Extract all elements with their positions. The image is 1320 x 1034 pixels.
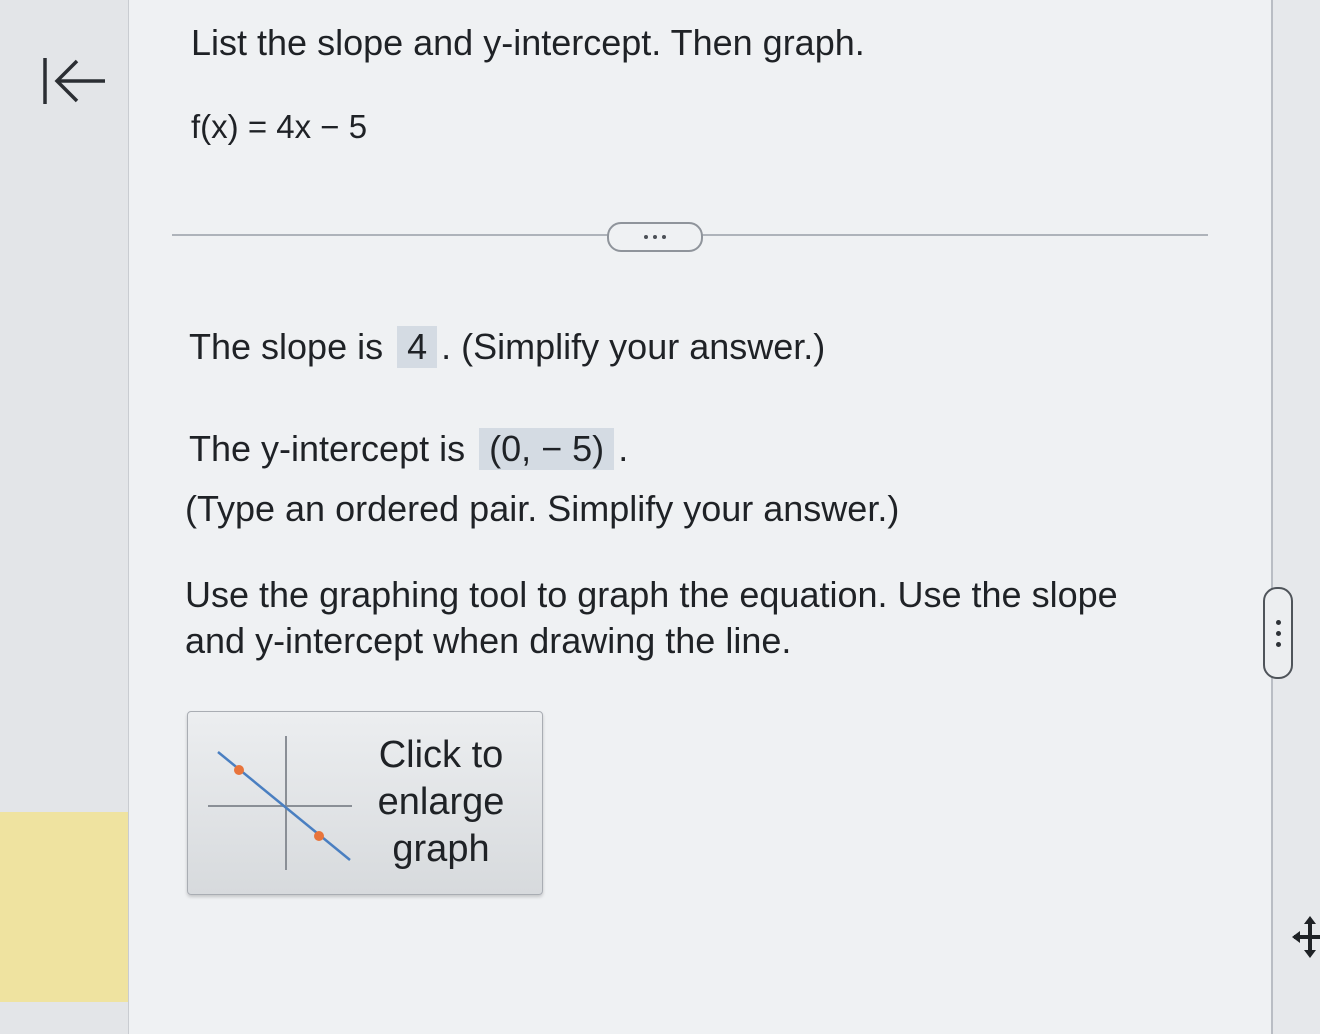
question-title: List the slope and y-intercept. Then gra…	[191, 22, 865, 63]
slope-prefix: The slope is	[189, 326, 384, 367]
left-panel	[0, 0, 129, 1034]
move-icon	[1292, 916, 1320, 958]
panel-resize-handle[interactable]	[1263, 587, 1293, 679]
side-highlight-block	[0, 812, 128, 1002]
intercept-prefix: The y-intercept is	[189, 428, 466, 469]
graph-thumbnail-icon	[208, 736, 352, 870]
more-dots-icon	[644, 235, 648, 239]
intercept-statement: The y-intercept is (0, − 5).	[189, 428, 628, 470]
intercept-hint: (Type an ordered pair. Simplify your ans…	[185, 488, 900, 529]
intercept-suffix: .	[618, 428, 629, 469]
enlarge-graph-label: Click to enlarge graph	[377, 734, 505, 870]
slope-suffix: . (Simplify your answer.)	[441, 326, 826, 367]
slope-statement: The slope is 4. (Simplify your answer.)	[189, 326, 825, 368]
graph-instruction-line-2: and y-intercept when drawing the line.	[185, 620, 792, 661]
move-panel-handle[interactable]	[1292, 916, 1320, 958]
expand-more-button[interactable]	[607, 222, 703, 252]
slope-answer-field[interactable]: 4	[397, 326, 438, 368]
equation: f(x) = 4x − 5	[191, 108, 368, 145]
right-rail	[1271, 0, 1320, 1034]
back-to-start-button[interactable]	[36, 52, 112, 110]
skip-to-start-icon	[43, 58, 105, 104]
graph-instruction-line-1: Use the graphing tool to graph the equat…	[185, 574, 1118, 615]
enlarge-graph-button[interactable]: Click to enlarge graph	[187, 711, 543, 895]
intercept-answer-field[interactable]: (0, − 5)	[479, 428, 615, 470]
vertical-dots-icon	[1275, 619, 1281, 625]
